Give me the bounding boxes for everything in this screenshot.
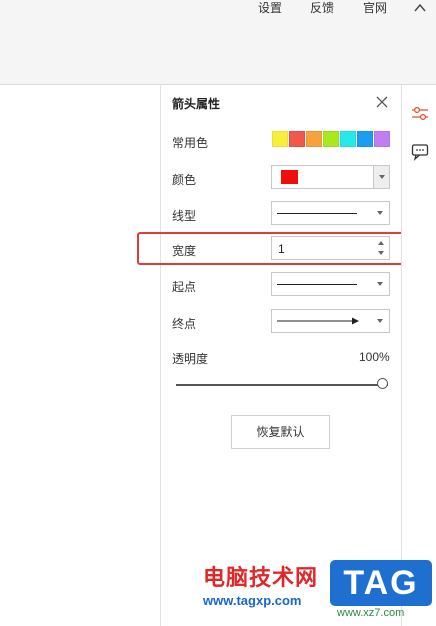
line-type-label: 线型 bbox=[172, 209, 197, 223]
color-swatch[interactable] bbox=[357, 131, 373, 147]
solid-line-preview bbox=[277, 213, 357, 214]
watermark-brand-text: 电脑技术网 bbox=[203, 565, 319, 590]
opacity-label: 透明度 bbox=[172, 352, 209, 366]
common-colors bbox=[272, 131, 390, 147]
caret-down-icon bbox=[377, 282, 383, 286]
opacity-value: 100% bbox=[359, 350, 390, 364]
arrow-end-preview-icon bbox=[277, 317, 359, 325]
watermark: 电脑技术网 www.tagxp.com TAG www.xz7.com bbox=[203, 560, 436, 626]
watermark-url-secondary: www.xz7.com bbox=[337, 607, 405, 619]
color-picker[interactable] bbox=[271, 165, 390, 189]
start-point-label: 起点 bbox=[172, 280, 197, 294]
sliders-icon[interactable] bbox=[411, 105, 429, 123]
chat-icon[interactable] bbox=[411, 143, 429, 161]
line-type-select[interactable] bbox=[271, 201, 390, 225]
slider-track bbox=[176, 384, 388, 386]
official-site-menu[interactable]: 官网 bbox=[363, 0, 387, 16]
color-swatch[interactable] bbox=[340, 131, 356, 147]
watermark-url: www.tagxp.com bbox=[203, 593, 302, 608]
feedback-menu[interactable]: 反馈 bbox=[310, 0, 334, 16]
watermark-tag-logo: TAG bbox=[330, 560, 432, 606]
color-swatch[interactable] bbox=[272, 131, 288, 147]
color-swatch[interactable] bbox=[289, 131, 305, 147]
width-highlight-box bbox=[137, 232, 408, 265]
caret-down-icon bbox=[377, 319, 383, 323]
settings-menu[interactable]: 设置 bbox=[258, 0, 282, 16]
end-point-select[interactable] bbox=[271, 309, 390, 333]
canvas-area bbox=[0, 85, 161, 626]
color-dropdown-button[interactable] bbox=[373, 166, 389, 188]
close-icon[interactable] bbox=[374, 94, 390, 110]
color-swatch[interactable] bbox=[323, 131, 339, 147]
current-color-swatch bbox=[281, 170, 298, 184]
color-swatch[interactable] bbox=[306, 131, 322, 147]
reset-default-button[interactable]: 恢复默认 bbox=[231, 415, 330, 449]
end-point-label: 终点 bbox=[172, 317, 197, 331]
caret-down-icon bbox=[379, 175, 385, 179]
opacity-slider[interactable] bbox=[176, 378, 388, 392]
common-colors-label: 常用色 bbox=[172, 136, 209, 150]
start-point-select[interactable] bbox=[271, 272, 390, 296]
slider-thumb[interactable] bbox=[377, 378, 388, 389]
chevron-up-icon[interactable] bbox=[412, 0, 428, 16]
arrow-properties-panel: 箭头属性 常用色 颜色 线型 宽度 1 起点 终点 透明度 100% 恢复默认 bbox=[161, 85, 401, 626]
start-line-preview bbox=[277, 284, 357, 285]
color-label: 颜色 bbox=[172, 173, 197, 187]
panel-title: 箭头属性 bbox=[172, 97, 221, 111]
top-toolbar: 设置 反馈 官网 bbox=[0, 0, 436, 85]
color-swatch[interactable] bbox=[374, 131, 390, 147]
caret-down-icon bbox=[377, 211, 383, 215]
right-toolbar bbox=[401, 85, 436, 626]
